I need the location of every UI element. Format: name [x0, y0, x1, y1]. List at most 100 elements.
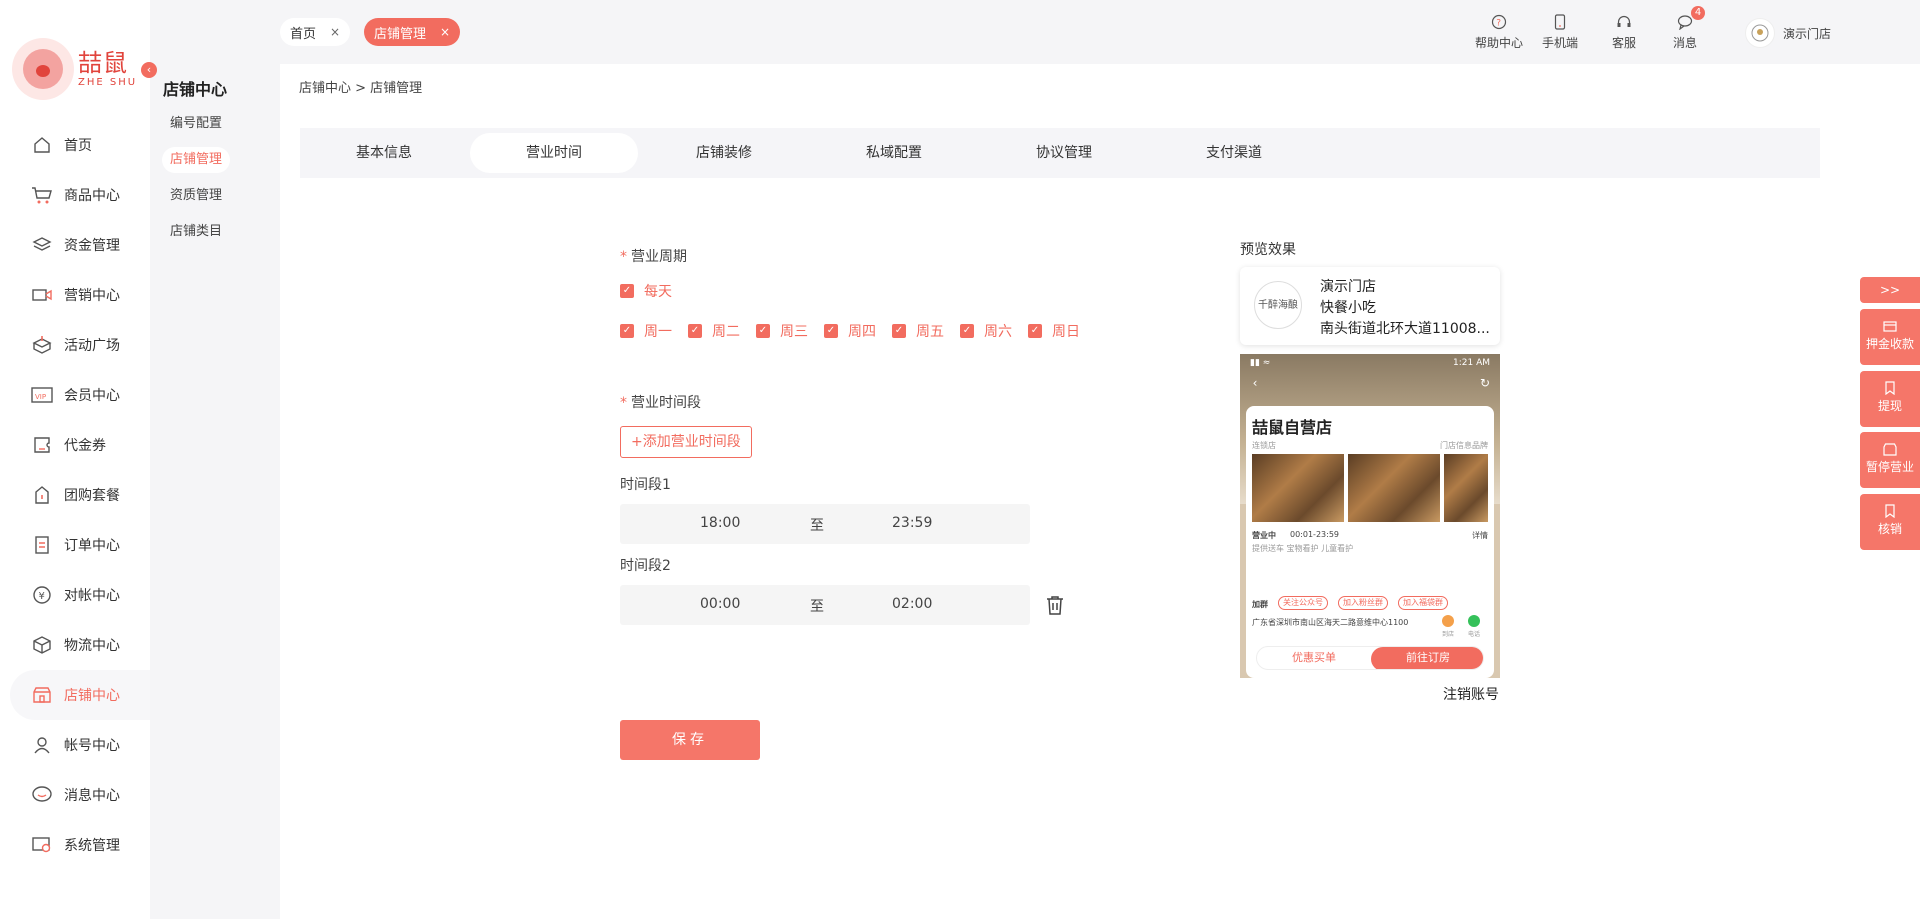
chat-icon — [30, 783, 54, 807]
sidebar-item-store-center[interactable]: 店铺中心 — [10, 670, 150, 720]
signal-wifi-icon: ▮▮ ≈ — [1250, 358, 1271, 368]
sidebar-item-home[interactable]: 首页 — [0, 120, 150, 170]
tab-agreements[interactable]: 协议管理 — [980, 133, 1148, 173]
sidebar-item-marketing[interactable]: 营销中心 — [0, 270, 150, 320]
everyday-checkbox[interactable]: ✓ 每天 — [620, 281, 672, 301]
collapse-sidebar-button[interactable]: ‹ — [141, 62, 157, 78]
tab-private-domain[interactable]: 私域配置 — [810, 133, 978, 173]
sidebar-item-label: 商品中心 — [64, 188, 120, 204]
sidebar-item-system[interactable]: 系统管理 — [0, 820, 150, 870]
help-center-button[interactable]: ? 帮助中心 — [1475, 12, 1523, 51]
sunday-checkbox[interactable]: ✓ 周日 — [1028, 321, 1080, 341]
sidebar-item-logistics[interactable]: 物流中心 — [0, 620, 150, 670]
message-icon: 4 — [1673, 6, 1706, 32]
sidebar-item-label: 消息中心 — [64, 788, 120, 804]
withdraw-button[interactable]: 提现 — [1860, 371, 1920, 427]
home-icon — [30, 133, 54, 157]
store-photo-3 — [1444, 454, 1488, 522]
timeslot-1-start[interactable]: 18:00 — [700, 515, 740, 531]
sidebar-item-funds[interactable]: 资金管理 — [0, 220, 150, 270]
vip-card-icon: VIP — [30, 383, 54, 407]
video-icon — [30, 283, 54, 307]
sidebar-item-reconciliation[interactable]: ¥ 对帐中心 — [0, 570, 150, 620]
verify-icon — [1885, 504, 1895, 518]
check-icon: ✓ — [1028, 324, 1042, 338]
sidebar-item-activities[interactable]: 活动广场 — [0, 320, 150, 370]
customer-service-button[interactable]: 客服 — [1612, 12, 1636, 51]
settings-screen-icon — [30, 833, 54, 857]
user-menu[interactable]: 演示门店 — [1745, 18, 1831, 48]
close-icon[interactable]: × — [330, 25, 340, 39]
avatar — [1745, 18, 1775, 48]
sidebar-item-products[interactable]: 商品中心 — [0, 170, 150, 220]
main-sidebar: 喆鼠 ZHE SHU 首页 商品中心 资金管理 营销中心 活动广场 VIP 会员… — [0, 0, 150, 919]
phone-open-status: 营业中 — [1252, 531, 1276, 540]
phone-action-bar: 优惠买单 前往订房 — [1256, 646, 1484, 670]
add-timeslot-button[interactable]: +添加营业时间段 — [620, 426, 752, 458]
sidebar-item-label: 店铺中心 — [64, 688, 120, 704]
saturday-checkbox[interactable]: ✓ 周六 — [960, 321, 1012, 341]
main-content: 店铺中心 > 店铺管理 基本信息 营业时间 店铺装修 私域配置 协议管理 支付渠… — [280, 64, 1920, 919]
message-count-badge: 4 — [1691, 6, 1706, 20]
friday-checkbox[interactable]: ✓ 周五 — [892, 321, 944, 341]
thursday-checkbox[interactable]: ✓ 周四 — [824, 321, 876, 341]
sidebar-item-label: 代金券 — [64, 438, 106, 454]
monday-checkbox[interactable]: ✓ 周一 — [620, 321, 672, 341]
range-separator: 至 — [810, 518, 824, 534]
wednesday-checkbox[interactable]: ✓ 周三 — [756, 321, 808, 341]
store-category: 快餐小吃 — [1320, 300, 1376, 316]
subnav-item-store-management[interactable]: 店铺管理 — [162, 147, 231, 173]
sidebar-item-orders[interactable]: 订单中心 — [0, 520, 150, 570]
yuan-icon: ¥ — [30, 583, 54, 607]
secondary-nav: 店铺中心 编号配置 店铺管理 资质管理 店铺类目 — [150, 0, 280, 919]
close-icon[interactable]: × — [440, 25, 450, 39]
sidebar-item-label: 团购套餐 — [64, 488, 120, 504]
check-icon: ✓ — [688, 324, 702, 338]
tab-store-decoration[interactable]: 店铺装修 — [640, 133, 808, 173]
store-photo-1 — [1252, 454, 1344, 522]
tab-home[interactable]: 首页 × — [280, 18, 351, 46]
phone-store-name: 喆鼠自营店 — [1252, 418, 1333, 437]
timeslot-2-start[interactable]: 00:00 — [700, 596, 740, 612]
sidebar-item-messages[interactable]: 消息中心 — [0, 770, 150, 820]
share-icon: ↻ — [1479, 376, 1491, 390]
sidebar-item-coupons[interactable]: 代金券 — [0, 420, 150, 470]
messages-button[interactable]: 4 消息 — [1673, 6, 1706, 51]
tab-store-management[interactable]: 店铺管理 × — [364, 18, 461, 46]
float-button-label: 提现 — [1877, 399, 1902, 413]
pause-business-button[interactable]: 暂停营业 — [1860, 432, 1920, 488]
delete-timeslot-icon[interactable] — [1044, 594, 1066, 616]
tab-basic-info[interactable]: 基本信息 — [300, 133, 468, 173]
sidebar-menu: 首页 商品中心 资金管理 营销中心 活动广场 VIP 会员中心 代金券 团购套餐 — [0, 120, 150, 870]
subnav-title: 店铺中心 — [163, 80, 228, 99]
sidebar-item-group-deals[interactable]: 团购套餐 — [0, 470, 150, 520]
sidebar-item-members[interactable]: VIP 会员中心 — [0, 370, 150, 420]
save-button[interactable]: 保存 — [620, 720, 760, 760]
float-button-label: 暂停营业 — [1865, 460, 1914, 474]
app-logo[interactable]: 喆鼠 ZHE SHU — [12, 38, 137, 100]
expand-float-panel-button[interactable]: >> — [1860, 277, 1920, 303]
check-icon: ✓ — [892, 324, 906, 338]
timeslot-2-end[interactable]: 02:00 — [892, 596, 932, 612]
tab-payment-channels[interactable]: 支付渠道 — [1150, 133, 1318, 173]
timeslot-2-range[interactable]: 00:00 至 02:00 — [620, 585, 1030, 625]
subnav-item-store-category[interactable]: 店铺类目 — [162, 219, 230, 245]
check-icon: ✓ — [824, 324, 838, 338]
cancel-account-link[interactable]: 注销账号 — [1443, 684, 1499, 704]
verify-coupon-button[interactable]: 核销 — [1860, 494, 1920, 550]
float-button-label: 押金收款 — [1865, 337, 1914, 351]
sidebar-item-account[interactable]: 帐号中心 — [0, 720, 150, 770]
navigate-icon — [1442, 615, 1454, 627]
mobile-button[interactable]: 手机端 — [1542, 12, 1578, 51]
tuesday-checkbox[interactable]: ✓ 周二 — [688, 321, 740, 341]
timeslot-1-range[interactable]: 18:00 至 23:59 — [620, 504, 1030, 544]
deposit-collect-button[interactable]: 押金收款 — [1860, 309, 1920, 365]
preview-title: 预览效果 — [1240, 242, 1296, 258]
tab-business-hours[interactable]: 营业时间 — [470, 133, 638, 173]
check-icon: ✓ — [960, 324, 974, 338]
store-address: 南头街道北环大道11008... — [1320, 321, 1490, 337]
timeslot-1-label: 时间段1 — [620, 477, 671, 493]
subnav-item-qualification[interactable]: 资质管理 — [162, 183, 230, 209]
subnav-item-number-config[interactable]: 编号配置 — [162, 111, 230, 137]
timeslot-1-end[interactable]: 23:59 — [892, 515, 932, 531]
